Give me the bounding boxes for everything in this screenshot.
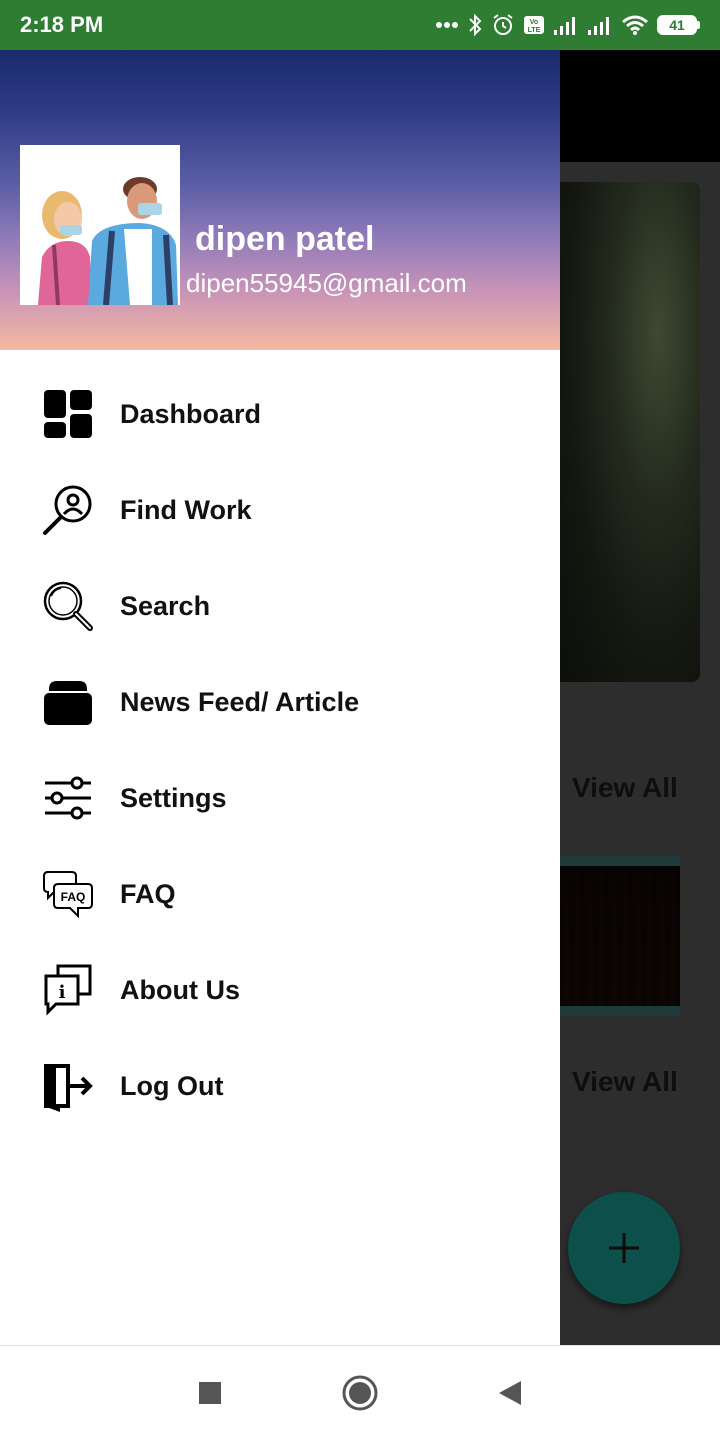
svg-text:i: i (59, 982, 66, 1003)
menu-label: FAQ (120, 878, 176, 909)
menu-label: Settings (120, 782, 227, 813)
menu-item-news-feed[interactable]: News Feed/ Article (0, 654, 560, 750)
svg-text:Vo: Vo (530, 19, 538, 26)
menu-label: Dashboard (120, 398, 262, 429)
recents-icon (199, 1382, 221, 1404)
background-app: View All View All (560, 50, 720, 1345)
background-thumbnail (560, 856, 680, 1016)
menu-item-about-us[interactable]: i About Us (0, 942, 560, 1038)
home-icon (342, 1375, 378, 1411)
faq-icon: FAQ (42, 868, 94, 920)
view-all-link: View All (572, 1066, 678, 1097)
logout-icon (42, 1060, 94, 1112)
svg-text:FAQ: FAQ (61, 890, 86, 904)
recents-button[interactable] (190, 1373, 230, 1413)
menu-item-dashboard[interactable]: Dashboard (0, 366, 560, 462)
avatar[interactable] (20, 145, 180, 305)
news-feed-icon (42, 676, 94, 728)
menu-item-search[interactable]: Search (0, 558, 560, 654)
navigation-drawer: dipen patel dipen55945@gmail.com Dashboa… (0, 50, 560, 1345)
settings-sliders-icon (42, 772, 94, 824)
search-icon (42, 580, 94, 632)
add-fab-button (568, 1192, 680, 1304)
dashboard-icon (42, 388, 94, 440)
back-icon (499, 1381, 521, 1405)
avatar-illustration (20, 145, 180, 305)
about-us-icon: i (42, 964, 94, 1016)
more-dots-icon (436, 22, 458, 28)
user-name: dipen patel (195, 220, 375, 258)
menu-item-find-work[interactable]: Find Work (0, 462, 560, 558)
background-toolbar (560, 50, 720, 162)
alarm-icon (493, 14, 513, 35)
menu-label: News Feed/ Article (120, 686, 360, 717)
battery-icon: 41 (657, 15, 700, 35)
drawer-menu: Dashboard Find Work Search News Feed/ Ar… (0, 366, 560, 1134)
signal-icon (554, 17, 575, 35)
home-button[interactable] (340, 1373, 380, 1413)
find-work-icon (42, 484, 94, 536)
status-bar: 2:18 PM Vo LTE 41 (0, 0, 720, 50)
back-button[interactable] (490, 1373, 530, 1413)
menu-label: Find Work (120, 494, 252, 525)
background-banner-image (560, 182, 700, 682)
drawer-header: dipen patel dipen55945@gmail.com (0, 50, 560, 350)
status-icons: Vo LTE 41 (435, 13, 700, 37)
menu-item-log-out[interactable]: Log Out (0, 1038, 560, 1134)
menu-item-settings[interactable]: Settings (0, 750, 560, 846)
battery-level: 41 (657, 15, 697, 35)
system-nav-bar (0, 1345, 720, 1440)
wifi-icon (622, 15, 648, 35)
plus-icon (609, 1233, 639, 1263)
view-all-link: View All (572, 772, 678, 803)
menu-item-faq[interactable]: FAQ FAQ (0, 846, 560, 942)
signal-icon (588, 17, 609, 35)
menu-label: Log Out (120, 1070, 224, 1101)
volte-icon: VoLTE (524, 16, 544, 34)
status-time: 2:18 PM (20, 12, 104, 37)
menu-label: About Us (120, 974, 240, 1005)
user-email: dipen55945@gmail.com (186, 268, 467, 298)
bluetooth-icon (469, 13, 482, 37)
svg-text:LTE: LTE (528, 27, 541, 34)
menu-label: Search (120, 590, 211, 621)
